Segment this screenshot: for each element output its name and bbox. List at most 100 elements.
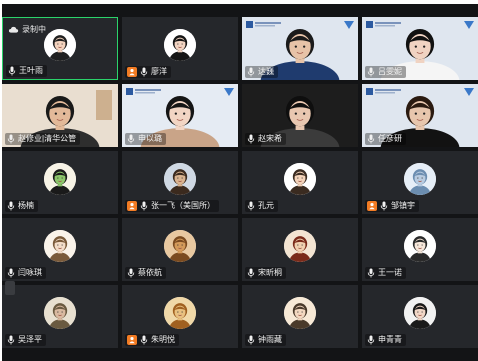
participant-avatar <box>284 229 316 262</box>
participant-tile[interactable]: 王一诺 <box>362 218 478 281</box>
mic-icon <box>140 201 148 211</box>
participant-avatar <box>164 28 196 61</box>
participant-avatar <box>44 296 76 329</box>
recording-indicator[interactable]: 录制中 <box>8 24 46 35</box>
participant-avatar <box>164 162 196 195</box>
mic-icon <box>367 67 375 77</box>
participant-tile[interactable]: 钟雨藏 <box>242 285 358 348</box>
participant-tile[interactable]: 廖洋 <box>122 17 238 80</box>
mic-icon <box>7 201 15 211</box>
participant-name: 孔元 <box>258 201 274 210</box>
participant-name-bar: 钟雨藏 <box>245 334 286 346</box>
mic-icon <box>140 67 148 77</box>
participant-avatar <box>164 296 196 329</box>
participant-tile[interactable]: 吴泽平 <box>2 285 118 348</box>
participant-avatar <box>404 162 436 195</box>
participant-name-bar: 王一诺 <box>365 267 406 279</box>
participant-name: 申以璐 <box>138 134 162 143</box>
participant-name: 廖洋 <box>151 67 167 76</box>
participant-name: 钟雨藏 <box>258 335 282 344</box>
participant-tile[interactable]: 任彦研 <box>362 84 478 147</box>
participant-avatar <box>284 296 316 329</box>
participant-tile[interactable]: 申以璐 <box>122 84 238 147</box>
participant-name: 邹镇宇 <box>391 201 415 210</box>
participant-name-bar: 邹镇宇 <box>365 200 419 212</box>
participant-avatar <box>44 162 76 195</box>
participant-name-bar: 王叶雨 <box>6 65 47 77</box>
participant-tile[interactable]: 申青青 <box>362 285 478 348</box>
participant-tile[interactable]: 赵宋希 <box>242 84 358 147</box>
cloud-record-icon <box>8 26 19 33</box>
mic-icon <box>367 134 375 144</box>
mic-icon <box>247 67 255 77</box>
participant-tile[interactable]: 王叶雨 录制中 <box>2 17 118 80</box>
participant-avatar <box>164 229 196 262</box>
participant-name-bar: 吕雯妮 <box>365 66 406 78</box>
participant-avatar <box>404 229 436 262</box>
participant-name: 杨楠 <box>18 201 34 210</box>
mic-icon <box>367 335 375 345</box>
mic-icon <box>7 268 15 278</box>
participant-tile[interactable]: 闫咏琪 <box>2 218 118 281</box>
participant-name-bar: 朱明悦 <box>125 334 179 346</box>
participant-tile[interactable]: 宋昕桐 <box>242 218 358 281</box>
participant-name-bar: 吴泽平 <box>5 334 46 346</box>
participant-name: 宋昕桐 <box>258 268 282 277</box>
person-icon <box>127 67 137 77</box>
participant-name: 吴泽平 <box>18 335 42 344</box>
participant-tile[interactable]: 孔元 <box>242 151 358 214</box>
participant-name: 赵宋希 <box>258 134 282 143</box>
participant-avatar <box>44 28 76 61</box>
participant-name-bar: 宋昕桐 <box>245 267 286 279</box>
participant-name-bar: 任彦研 <box>365 133 406 145</box>
mic-icon <box>8 66 16 76</box>
participant-name-bar: 蔡依航 <box>125 267 166 279</box>
participant-tile[interactable]: 蔡依航 <box>122 218 238 281</box>
participant-tile[interactable]: 朱明悦 <box>122 285 238 348</box>
mic-icon <box>367 268 375 278</box>
participant-name-bar: 廖洋 <box>125 66 171 78</box>
participant-tile[interactable]: 杨楠 <box>2 151 118 214</box>
mic-icon <box>127 268 135 278</box>
participant-name-bar: 申青青 <box>365 334 406 346</box>
participant-name: 任彦研 <box>378 134 402 143</box>
participant-name: 张一飞（美国所） <box>151 201 215 210</box>
side-panel-handle[interactable] <box>5 281 15 295</box>
participant-avatar <box>44 229 76 262</box>
mic-icon <box>7 335 15 345</box>
participant-name-bar: 张一飞（美国所） <box>125 200 219 212</box>
participant-name: 达巍 <box>258 67 274 76</box>
mic-icon <box>127 134 135 144</box>
participant-name: 朱明悦 <box>151 335 175 344</box>
participant-avatar <box>284 162 316 195</box>
participant-name-bar: 赵修业|清华公管 <box>5 133 81 145</box>
mic-icon <box>247 201 255 211</box>
mic-icon <box>247 335 255 345</box>
participant-name: 吕雯妮 <box>378 67 402 76</box>
participant-tile[interactable]: 张一飞（美国所） <box>122 151 238 214</box>
participant-name: 申青青 <box>378 335 402 344</box>
mic-icon <box>247 268 255 278</box>
participant-name-bar: 杨楠 <box>5 200 38 212</box>
participant-tile[interactable]: 邹镇宇 <box>362 151 478 214</box>
participant-name-bar: 达巍 <box>245 66 278 78</box>
participant-tile[interactable]: 赵修业|清华公管 <box>2 84 118 147</box>
mic-icon <box>7 134 15 144</box>
participant-name: 闫咏琪 <box>18 268 42 277</box>
participant-name: 赵修业|清华公管 <box>18 134 77 143</box>
person-icon <box>127 201 137 211</box>
participant-avatar <box>404 296 436 329</box>
person-icon <box>127 335 137 345</box>
mic-icon <box>380 201 388 211</box>
mic-icon <box>247 134 255 144</box>
recording-label: 录制中 <box>22 25 46 34</box>
person-icon <box>367 201 377 211</box>
participant-name: 蔡依航 <box>138 268 162 277</box>
mic-icon <box>140 335 148 345</box>
meeting-gallery: 王叶雨 录制中廖洋 达巍 吕雯妮赵修业|清华公管 申以璐 赵宋希 任彦研杨楠 张一飞（美国所）… <box>2 4 478 361</box>
participant-name-bar: 闫咏琪 <box>5 267 46 279</box>
participant-name-bar: 赵宋希 <box>245 133 286 145</box>
participant-tile[interactable]: 达巍 <box>242 17 358 80</box>
participant-tile[interactable]: 吕雯妮 <box>362 17 478 80</box>
participant-name-bar: 孔元 <box>245 200 278 212</box>
